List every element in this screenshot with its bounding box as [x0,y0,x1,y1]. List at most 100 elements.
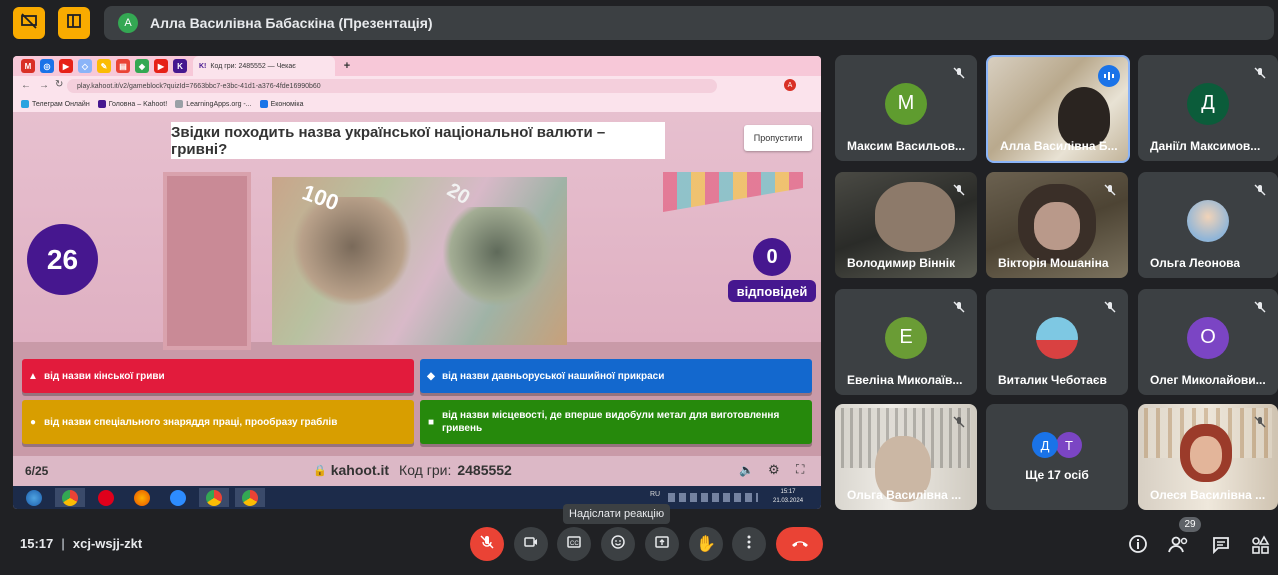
layout-button[interactable] [58,7,90,39]
participant-name: Олег Миколайови... [1150,373,1266,387]
keyboard-language[interactable]: RU [650,491,660,498]
meeting-details-icon[interactable] [1128,534,1148,559]
answers-label: відповідей [728,280,816,302]
participant-tile[interactable]: Ольга Леонова [1138,172,1278,278]
video-camera-icon [523,534,539,555]
fullscreen-icon[interactable]: ⛶ [796,462,804,477]
back-icon[interactable]: ← [21,80,31,91]
camera-toggle-button[interactable] [514,527,548,561]
participant-avatar: Т [1056,432,1082,458]
present-screen-button[interactable] [645,527,679,561]
participant-avatar: Д [1187,82,1229,125]
leave-call-button[interactable] [776,527,823,561]
reaction-button[interactable] [601,527,635,561]
taskbar-time: 15:17 [780,489,796,495]
participant-face [1034,202,1080,250]
tab-icon[interactable]: ✎ [97,59,111,73]
more-participants-tile[interactable]: Д Т Ще 17 осіб [986,404,1128,510]
answer-square[interactable]: ■ від назви місцевості, де вперше видобу… [420,400,812,444]
captions-icon: CC [566,534,582,555]
bookmark-item[interactable]: LearningApps.org -... [175,100,252,108]
answer-text: від назви кінської гриви [44,370,165,382]
participant-tile-speaking[interactable]: Алла Василівна Б... [986,55,1130,163]
participant-tile[interactable]: Д Даніїл Максимов... [1138,55,1278,161]
participant-tile[interactable]: Ольга Василівна ... [835,404,977,510]
present-icon [654,534,670,555]
participant-avatar: О [1187,316,1229,359]
participant-name: Виталик Чеботаєв [998,373,1107,387]
bookmark-item[interactable]: Економіка [259,100,304,108]
layout-icon [65,12,83,35]
tab-icon[interactable]: ◆ [135,59,149,73]
kahoot-tab-icon[interactable]: K [173,59,187,73]
game-pin: 2485552 [457,462,512,478]
skip-button[interactable]: Пропустити [744,125,812,151]
door-decoration [163,172,251,350]
youtube-tab-icon[interactable]: ▶ [154,59,168,73]
answer-circle[interactable]: ● від назви спеціального знаряддя праці,… [22,400,414,444]
chat-icon[interactable] [1211,535,1231,560]
taskbar-app[interactable] [91,488,121,507]
participant-tile[interactable]: М Максим Васильов... [835,55,977,161]
answer-diamond[interactable]: ◆ від назви давньоруської нашийної прикр… [420,359,812,393]
clock-time: 15:17 [20,536,54,551]
participant-tile[interactable]: Олеся Василівна ... [1138,404,1278,510]
activities-icon[interactable] [1250,535,1270,560]
chrome-icon [242,489,258,506]
url-text: play.kahoot.it/v2/gameblock?quizId=7663b… [77,82,321,90]
participant-tile[interactable]: Володимир Віннік [835,172,977,278]
forward-icon[interactable]: → [39,80,49,91]
taskbar-app[interactable] [235,488,265,507]
participant-name: Ольга Василівна ... [847,488,962,502]
participant-name: Ольга Леонова [1150,256,1241,270]
kahoot-site: kahoot.it [330,462,390,478]
hide-presentation-button[interactable] [13,7,45,39]
participant-tile[interactable]: Е Евеліна Миколаїв... [835,289,977,395]
participant-tile[interactable]: Вікторія Мошаніна [986,172,1128,278]
url-input[interactable]: play.kahoot.it/v2/gameblock?quizId=7663b… [67,79,717,93]
answer-triangle[interactable]: ▲ від назви кінської гриви [22,359,414,393]
mic-off-icon [1102,182,1118,198]
participant-avatar-photo [1036,316,1078,359]
tab-icon[interactable]: ▤ [116,59,130,73]
participant-tile[interactable]: Виталик Чеботаєв [986,289,1128,395]
answer-text: від назви місцевості, де вперше видобули… [442,410,780,434]
volume-icon[interactable]: 🔈 [739,463,754,477]
new-tab-icon[interactable]: + [340,59,354,73]
banknote-portrait [292,197,412,307]
youtube-tab-icon[interactable]: ▶ [59,59,73,73]
mic-toggle-button[interactable] [470,527,504,561]
more-participants-label: Ще 17 осіб [1025,468,1089,482]
more-options-button[interactable] [732,527,766,561]
taskbar-app[interactable] [199,488,229,507]
system-tray-icons[interactable] [668,493,758,502]
participant-tile[interactable]: О Олег Миколайови... [1138,289,1278,395]
windows-icon [26,489,42,506]
bookmark-item[interactable]: Головна – Kahoot! [97,100,167,108]
people-button[interactable]: 29 [1168,517,1201,559]
tab-icon[interactable]: ◎ [40,59,54,73]
captions-button[interactable]: CC [557,527,591,561]
settings-icon[interactable]: ⚙ [768,462,780,478]
taskbar-app[interactable] [163,488,193,507]
chrome-icon [62,489,78,506]
tab-icon[interactable]: ◇ [78,59,92,73]
taskbar-app[interactable] [55,488,85,507]
participant-avatar: Д [1032,432,1058,458]
reload-icon[interactable]: ↻ [55,79,63,90]
raise-hand-button[interactable]: ✋ [689,527,723,561]
bookmark-item[interactable]: Телеграм Онлайн [21,100,90,108]
windows-taskbar: RU 15:17 21.03.2024 [13,486,821,509]
more-vertical-icon [741,534,757,555]
kahoot-tab-icon: K! [199,62,207,70]
lock-icon: 🔒 [313,464,327,477]
active-browser-tab[interactable]: K! Код гри: 2485552 — Чекає [193,56,335,76]
participants-count-badge: 29 [1179,517,1201,532]
question-image: 100 20 [272,177,567,345]
mic-off-icon [479,534,495,555]
gmail-tab-icon[interactable]: M [21,59,35,73]
profile-avatar[interactable]: A [784,79,796,91]
taskbar-app[interactable] [127,488,157,507]
question-progress: 6/25 [25,464,49,478]
start-button[interactable] [19,488,49,507]
